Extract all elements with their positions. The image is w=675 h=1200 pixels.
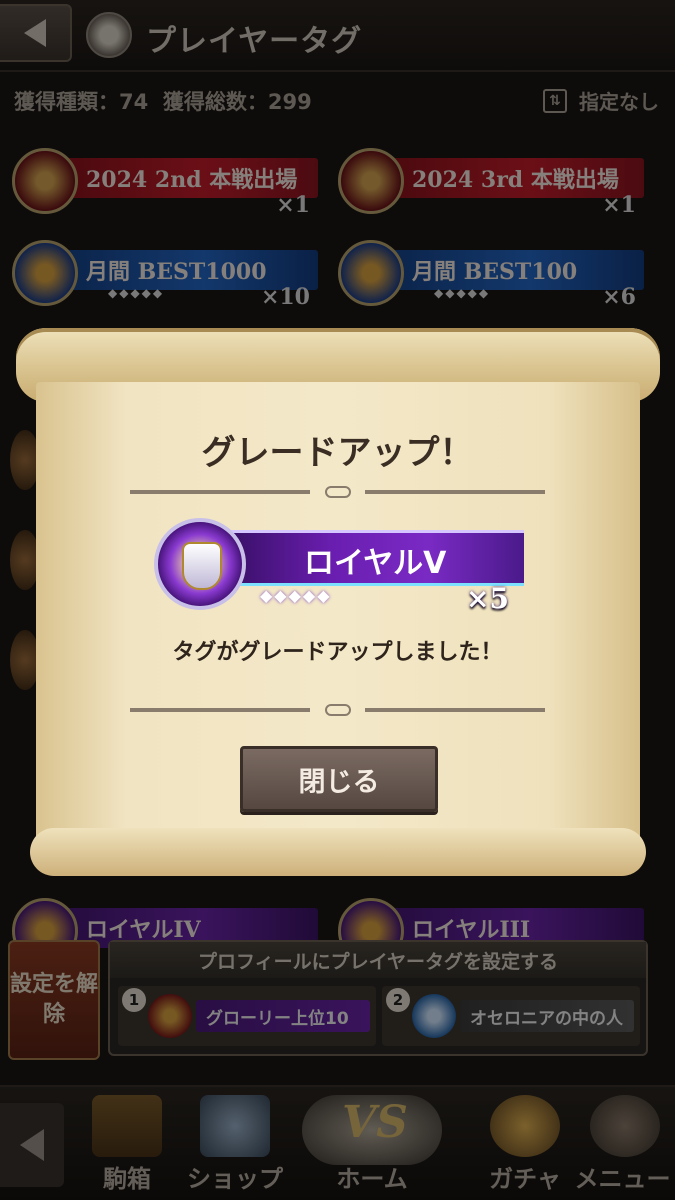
tag-count: ×5 (466, 582, 509, 615)
dialog-title: グレードアップ！ (201, 433, 474, 473)
royal-shield-icon (182, 542, 222, 590)
ornament-divider (130, 486, 545, 498)
dialog-message: タグがグレードアップしました！ (172, 640, 503, 665)
tag-grade-diamonds: ◆◆◆◆◆ (260, 586, 332, 605)
ornament-divider (130, 704, 545, 716)
upgraded-tag-badge: ロイヤルV ◆◆◆◆◆ ×5 (154, 516, 524, 615)
royal-crest-icon (154, 518, 246, 610)
close-button[interactable]: 閉じる (240, 746, 438, 812)
scroll-roll-bottom (30, 828, 646, 876)
tag-name: ロイヤルV (304, 546, 447, 581)
